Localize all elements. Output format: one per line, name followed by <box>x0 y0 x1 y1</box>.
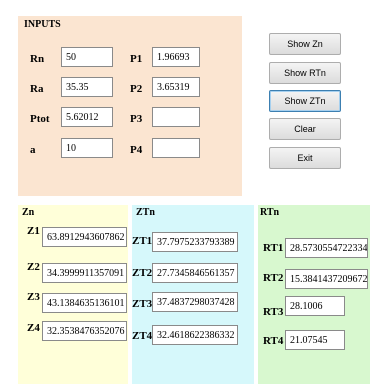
zn-title: Zn <box>22 207 35 218</box>
zt2-field[interactable]: 27.7345846561357 <box>152 263 238 283</box>
z1-field[interactable]: 63.8912943607862 <box>42 227 127 247</box>
a-label: a <box>30 144 36 156</box>
zt4-field[interactable]: 32.4618622386332 <box>152 325 238 345</box>
p4-field[interactable] <box>152 138 200 158</box>
show-zn-button[interactable]: Show Zn <box>269 33 341 55</box>
zt1-label: ZT1 <box>132 235 153 247</box>
z3-label: Z3 <box>27 291 40 303</box>
ztn-title: ZTn <box>136 207 155 218</box>
z2-label: Z2 <box>27 261 40 273</box>
rt2-field[interactable]: 15.3841437209672 <box>285 269 368 289</box>
zt3-field[interactable]: 37.4837298037428 <box>152 292 238 312</box>
rn-label: Rn <box>30 53 45 65</box>
p1-field[interactable]: 1.96693 <box>152 47 200 67</box>
ra-field[interactable]: 35.35 <box>61 77 113 97</box>
zn-panel: Zn Z1 63.8912943607862 Z2 34.39999113570… <box>18 205 128 384</box>
zt2-label: ZT2 <box>132 267 153 279</box>
show-rtn-button[interactable]: Show RTn <box>269 62 341 84</box>
ptot-field[interactable]: 5.62012 <box>61 107 113 127</box>
p2-label: P2 <box>130 83 143 95</box>
ra-label: Ra <box>30 83 44 95</box>
rt2-label: RT2 <box>263 272 284 284</box>
ptot-label: Ptot <box>30 113 50 125</box>
rt4-field[interactable]: 21.07545 <box>285 330 345 350</box>
p2-field[interactable]: 3.65319 <box>152 77 200 97</box>
z1-label: Z1 <box>27 225 40 237</box>
rn-field[interactable]: 50 <box>61 47 113 67</box>
exit-button[interactable]: Exit <box>269 147 341 169</box>
rt3-label: RT3 <box>263 306 284 318</box>
zt3-label: ZT3 <box>132 298 153 310</box>
zt4-label: ZT4 <box>132 330 153 342</box>
rtn-title: RTn <box>260 207 280 218</box>
a-field[interactable]: 10 <box>61 138 113 158</box>
rt4-label: RT4 <box>263 335 284 347</box>
inputs-panel: INPUTS Rn 50 Ra 35.35 Ptot 5.62012 a 10 … <box>18 16 242 196</box>
p3-field[interactable] <box>152 107 200 127</box>
inputs-title: INPUTS <box>24 19 61 30</box>
p3-label: P3 <box>130 113 143 125</box>
z3-field[interactable]: 43.1384635136101 <box>42 293 127 313</box>
rt1-field[interactable]: 28.5730554722334 <box>285 238 368 258</box>
rt3-field[interactable]: 28.1006 <box>285 296 345 316</box>
zt1-field[interactable]: 37.7975233793389 <box>152 232 238 252</box>
z4-label: Z4 <box>27 322 40 334</box>
z4-field[interactable]: 32.3538476352076 <box>42 321 127 341</box>
clear-button[interactable]: Clear <box>269 118 341 140</box>
ztn-panel: ZTn ZT1 37.7975233793389 ZT2 27.73458465… <box>132 205 254 384</box>
p1-label: P1 <box>130 53 143 65</box>
p4-label: P4 <box>130 144 143 156</box>
z2-field[interactable]: 34.3999911357091 <box>42 263 127 283</box>
show-ztn-button[interactable]: Show ZTn <box>269 90 341 112</box>
rt1-label: RT1 <box>263 242 284 254</box>
rtn-panel: RTn RT1 28.5730554722334 RT2 15.38414372… <box>258 205 370 384</box>
